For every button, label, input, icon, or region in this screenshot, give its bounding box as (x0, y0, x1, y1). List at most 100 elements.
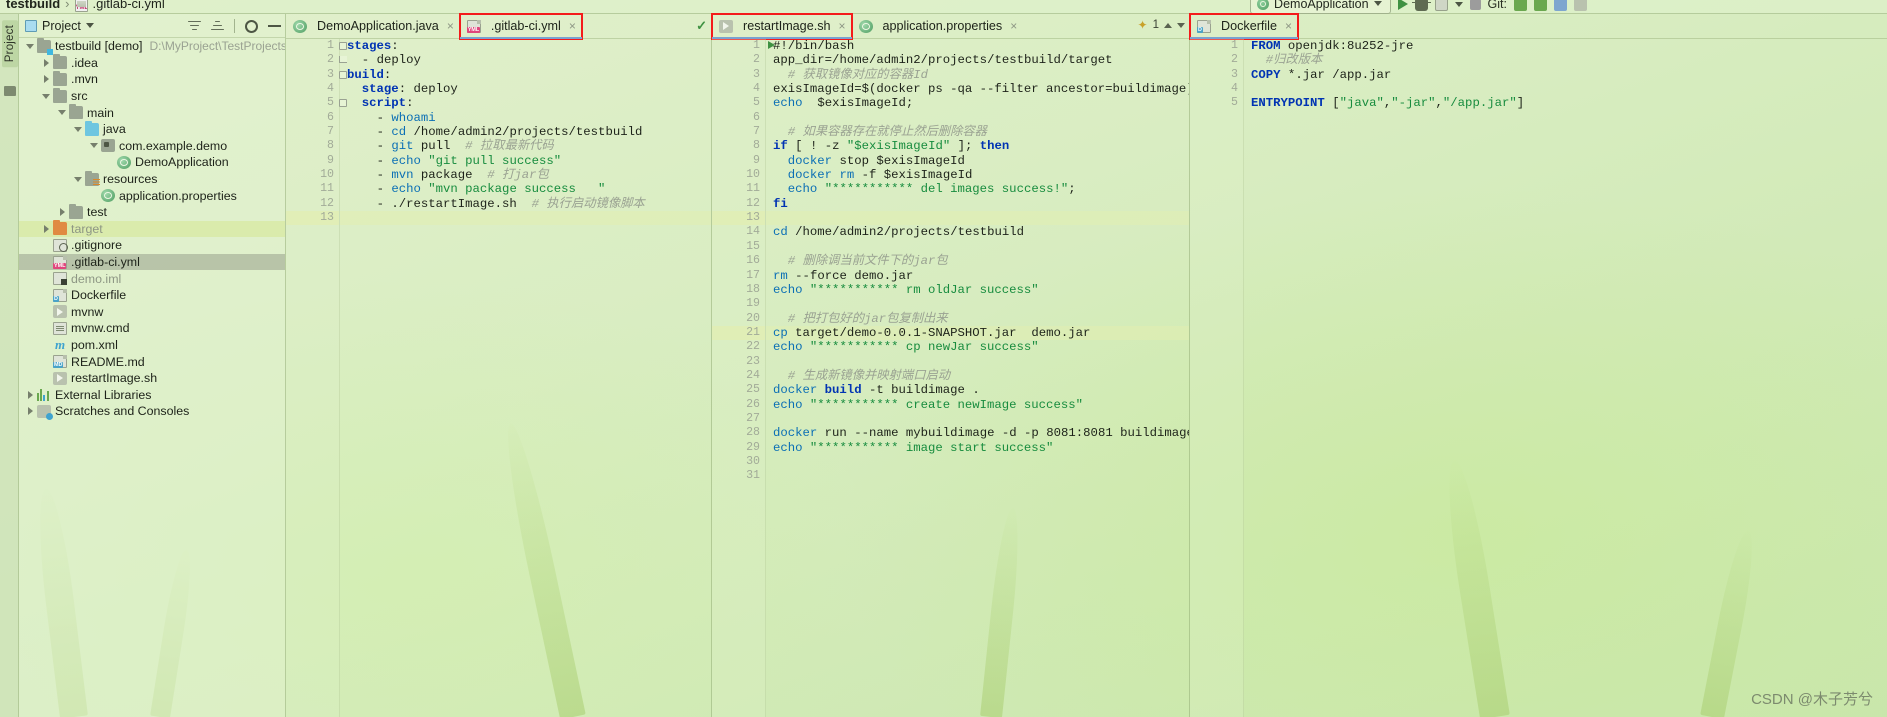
tree-item-readme-md[interactable]: MD README.md (19, 353, 285, 370)
tree-item-demoapplication[interactable]: DemoApplication (19, 154, 285, 171)
tree-item-gitlab-ci-yml[interactable]: YML .gitlab-ci.yml (19, 253, 285, 271)
tree-item-external-libraries[interactable]: External Libraries (19, 386, 285, 403)
tree-item-testbuild-demo[interactable]: testbuild [demo] D:\MyProject\TestProject… (19, 38, 285, 55)
code-line: cd /home/admin2/projects/testbuild (773, 225, 1024, 240)
tree-item-mvn[interactable]: .mvn (19, 70, 285, 88)
tree-item-java[interactable]: java (19, 120, 285, 138)
project-panel-title-group[interactable]: Project (19, 19, 94, 33)
tree-item-mvnw[interactable]: mvnw (19, 304, 285, 321)
line-number: 6 (327, 110, 334, 124)
close-icon[interactable]: × (1285, 19, 1292, 33)
tree-toggle-down-icon[interactable] (25, 41, 36, 52)
docker-file-icon: D (1197, 19, 1211, 33)
gear-icon[interactable] (245, 19, 258, 33)
tab-gitlab-ci-yml[interactable]: YML .gitlab-ci.yml × (458, 12, 583, 40)
tree-item-src[interactable]: src (19, 87, 285, 105)
close-icon[interactable]: × (569, 19, 576, 33)
line-number-gutter[interactable]: 12345 (1190, 39, 1244, 717)
tree-item-main[interactable]: main (19, 104, 285, 121)
inspection-widget[interactable]: ✓ (696, 18, 707, 34)
project-panel-title: Project (42, 18, 81, 33)
tree-item-label: DemoApplication (135, 155, 229, 170)
code-line: docker build -t buildimage . (773, 383, 980, 398)
breadcrumb-project[interactable]: testbuild (6, 0, 60, 11)
tree-item-idea[interactable]: .idea (19, 54, 285, 72)
collapse-all-icon[interactable] (211, 20, 224, 33)
code-line: docker rm -f $exisImageId (787, 168, 973, 183)
more-run-options-button[interactable] (1434, 0, 1448, 11)
inspection-widget[interactable]: ✦ 1 (1138, 18, 1185, 32)
tree-item-com-example-demo[interactable]: com.example.demo (19, 138, 285, 155)
tree-item-gitignore[interactable]: .gitignore (19, 237, 285, 254)
line-number-gutter[interactable]: 1 2 3 4 5 6 7 8 9 10 11 12 13 (286, 39, 347, 717)
code-area[interactable]: #!/bin/bash app_dir=/home/admin2/projects… (766, 39, 1189, 717)
spring-properties-icon (101, 189, 115, 203)
tab-restartimage-sh[interactable]: restartImage.sh × (711, 12, 853, 40)
tab-demoapplication-java[interactable]: DemoApplication.java × (286, 14, 460, 39)
git-push-icon[interactable] (1554, 0, 1567, 11)
chevron-down-icon[interactable] (85, 23, 94, 28)
git-history-icon[interactable] (1574, 0, 1587, 11)
tree-toggle-down-icon[interactable] (57, 107, 68, 118)
project-tree[interactable]: testbuild [demo] D:\MyProject\TestProject… (19, 38, 285, 717)
tree-toggle-right-icon[interactable] (25, 406, 36, 417)
tree-item-dockerfile[interactable]: D Dockerfile (19, 287, 285, 304)
tree-toggle-right-icon[interactable] (41, 57, 52, 68)
tree-toggle-right-icon[interactable] (41, 223, 52, 234)
code-line: script: (361, 96, 414, 111)
editor-tab-bar: DemoApplication.java × YML .gitlab-ci.yml × (286, 12, 711, 40)
close-icon[interactable]: × (447, 19, 454, 33)
sidebar-item-project[interactable]: Project (2, 20, 18, 68)
line-number: 6 (753, 110, 760, 124)
hide-icon[interactable] (268, 25, 281, 27)
tree-item-restartimage-sh[interactable]: restartImage.sh (19, 370, 285, 387)
close-icon[interactable]: × (1010, 19, 1017, 33)
git-update-icon[interactable] (1514, 0, 1527, 11)
debug-button[interactable] (1411, 0, 1431, 11)
close-icon[interactable]: × (839, 19, 846, 33)
tree-item-mvnw-cmd[interactable]: mvnw.cmd (19, 320, 285, 337)
breadcrumb-file[interactable]: .gitlab-ci.yml (93, 0, 165, 11)
tree-item-target[interactable]: target (19, 220, 285, 238)
run-config-selector[interactable]: DemoApplication (1250, 0, 1391, 14)
tree-toggle-down-icon[interactable] (41, 91, 52, 102)
tree-item-test[interactable]: test (19, 203, 285, 221)
tree-toggle-right-icon[interactable] (57, 207, 68, 218)
tree-toggle-down-icon[interactable] (73, 124, 84, 135)
tree-toggle-down-icon[interactable] (89, 140, 100, 151)
line-number: 3 (286, 68, 347, 82)
code-area[interactable]: FROM openjdk:8u252-jre #归改版本 COPY *.jar /… (1244, 39, 1887, 717)
tree-item-label: External Libraries (55, 387, 152, 402)
tab-label: .gitlab-ci.yml (490, 19, 561, 33)
next-problem-icon[interactable] (1177, 22, 1185, 28)
line-number: 1 (286, 39, 347, 53)
line-number: 4 (753, 82, 760, 96)
code-line: ENTRYPOINT ["java","-jar","/app.jar"] (1251, 96, 1525, 111)
run-button[interactable] (1397, 0, 1408, 10)
tree-item-scratches-and-consoles[interactable]: Scratches and Consoles (19, 403, 285, 420)
git-commit-icon[interactable] (1534, 0, 1547, 11)
project-panel-toolbar (188, 14, 281, 38)
expand-all-icon[interactable] (188, 20, 201, 33)
code-line: - echo "mvn package success " (376, 182, 606, 197)
code-area[interactable]: stages: - deploy build: stage: deploy scr… (340, 39, 711, 717)
tree-item-demo-iml[interactable]: demo.iml (19, 270, 285, 287)
folder-icon (69, 203, 83, 219)
tab-application-properties[interactable]: application.properties × (852, 14, 1024, 39)
code-line: # 获取镜像对应的容器Id (773, 67, 928, 82)
line-number-gutter[interactable]: 1 2 3 4 5 6 7 8 9 10 11 12 13 14 15 16 17 18 19 20 21 22 23 24 2… (712, 39, 775, 717)
tree-item-resources[interactable]: resources (19, 170, 285, 188)
tree-toggle-right-icon[interactable] (25, 389, 36, 400)
structure-icon[interactable] (4, 86, 16, 96)
stop-button[interactable] (1469, 0, 1481, 10)
code-line: # 删除调当前文件下的jar包 (773, 254, 948, 269)
tab-dockerfile[interactable]: D Dockerfile × (1188, 12, 1300, 40)
tree-toggle-down-icon[interactable] (73, 174, 84, 185)
previous-problem-icon[interactable] (1164, 22, 1172, 28)
tree-toggle-right-icon[interactable] (41, 74, 52, 85)
tree-item-application-properties[interactable]: application.properties (19, 187, 285, 204)
tree-item-pom-xml[interactable]: m pom.xml (19, 337, 285, 354)
